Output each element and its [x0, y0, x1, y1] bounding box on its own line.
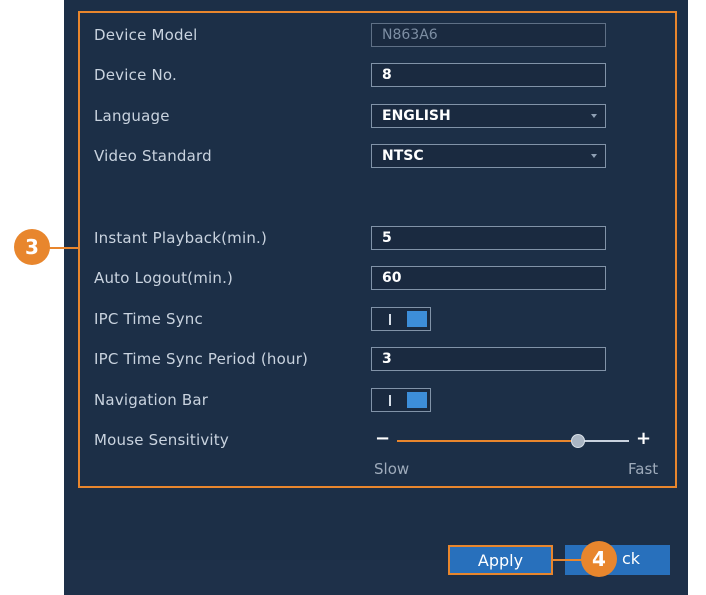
callout-4-badge: 4	[581, 541, 617, 577]
fast-label: Fast	[628, 460, 659, 478]
video-standard-select[interactable]: NTSC	[371, 144, 606, 168]
language-select[interactable]: ENGLISH	[371, 104, 606, 128]
toggle-knob	[407, 392, 427, 408]
decrease-sensitivity-button[interactable]: −	[375, 428, 390, 449]
video-standard-value: NTSC	[382, 148, 424, 164]
label-auto-logout: Auto Logout(min.)	[94, 269, 234, 287]
label-device-model: Device Model	[94, 26, 198, 44]
slow-label: Slow	[374, 460, 410, 478]
label-mouse-sensitivity: Mouse Sensitivity	[94, 431, 229, 449]
label-video-standard: Video Standard	[94, 147, 212, 165]
toggle-knob	[407, 311, 427, 327]
sensitivity-slider-fill	[397, 440, 578, 442]
label-navigation-bar: Navigation Bar	[94, 391, 209, 409]
label-language: Language	[94, 107, 170, 125]
device-model-value: N863A6	[382, 27, 438, 43]
dropdown-arrow-icon	[591, 154, 597, 158]
sensitivity-slider-thumb[interactable]	[570, 434, 585, 448]
instant-playback-value: 5	[382, 230, 392, 246]
ipc-time-sync-period-value: 3	[382, 351, 392, 367]
callout-3-badge: 3	[14, 229, 50, 265]
label-device-no: Device No.	[94, 66, 177, 84]
device-no-value: 8	[382, 67, 392, 83]
ipc-time-sync-period-input[interactable]: 3	[371, 347, 606, 371]
toggle-bar-icon	[389, 314, 391, 325]
label-instant-playback: Instant Playback(min.)	[94, 229, 268, 247]
increase-sensitivity-button[interactable]: +	[636, 428, 651, 449]
toggle-bar-icon	[389, 395, 391, 406]
dropdown-arrow-icon	[591, 114, 597, 118]
apply-button[interactable]: Apply	[448, 545, 553, 575]
callout-3-leader	[48, 247, 80, 249]
ipc-time-sync-toggle[interactable]	[371, 307, 431, 331]
callout-3-number: 3	[25, 235, 39, 259]
label-ipc-time-sync-period: IPC Time Sync Period (hour)	[94, 350, 309, 368]
apply-button-label: Apply	[477, 551, 524, 570]
back-button-label: ck	[621, 549, 640, 568]
auto-logout-value: 60	[382, 270, 402, 286]
callout-4-number: 4	[592, 547, 606, 571]
callout-4-leader	[552, 559, 584, 561]
auto-logout-input[interactable]: 60	[371, 266, 606, 290]
label-ipc-time-sync: IPC Time Sync	[94, 310, 203, 328]
language-value: ENGLISH	[382, 108, 451, 124]
instant-playback-input[interactable]: 5	[371, 226, 606, 250]
device-model-field: N863A6	[371, 23, 606, 47]
navigation-bar-toggle[interactable]	[371, 388, 431, 412]
device-no-input[interactable]: 8	[371, 63, 606, 87]
